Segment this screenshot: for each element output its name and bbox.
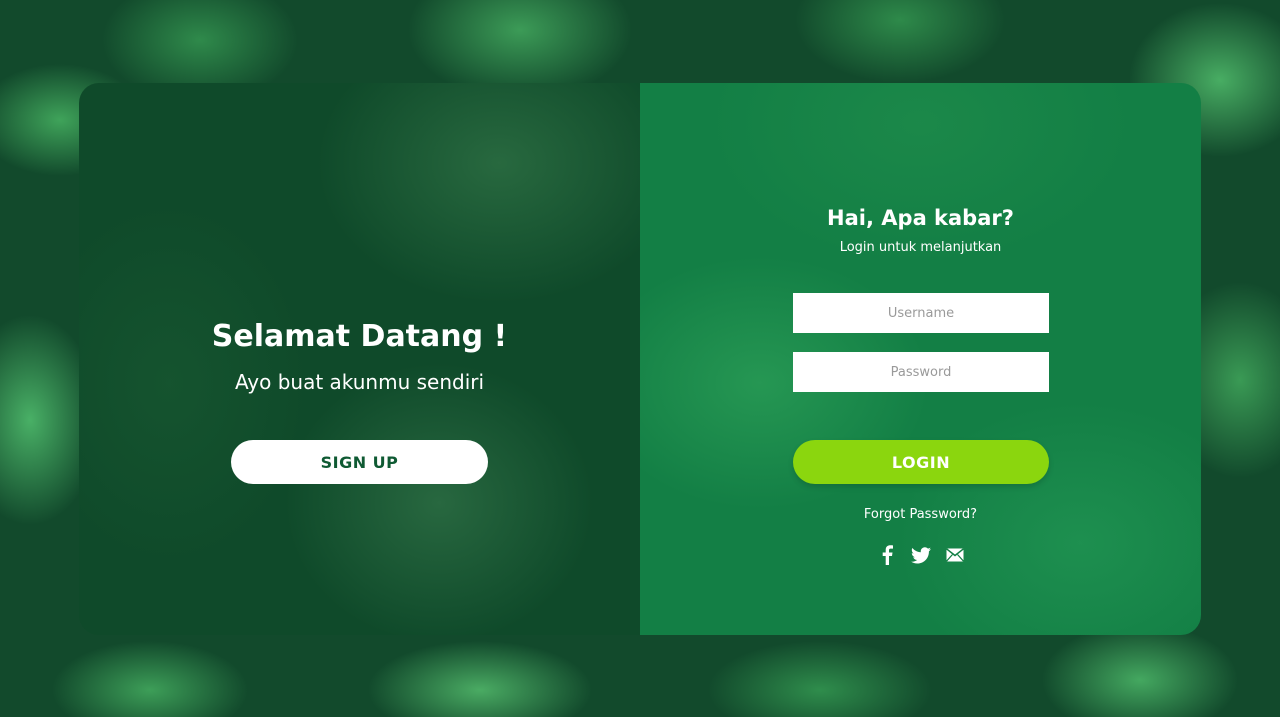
login-button[interactable]: LOGIN — [793, 440, 1049, 484]
social-links — [640, 544, 1201, 568]
welcome-subtitle: Ayo buat akunmu sendiri — [234, 370, 485, 394]
password-input[interactable] — [793, 352, 1049, 392]
forgot-password-link[interactable]: Forgot Password? — [640, 506, 1201, 524]
login-panel: Hai, Apa kabar? Login untuk melanjutkan … — [640, 83, 1201, 635]
mail-icon[interactable] — [944, 544, 966, 566]
welcome-panel: Selamat Datang ! Ayo buat akunmu sendiri… — [79, 83, 640, 635]
signup-button[interactable]: SIGN UP — [231, 440, 488, 484]
username-input[interactable] — [793, 293, 1049, 333]
auth-card: Selamat Datang ! Ayo buat akunmu sendiri… — [79, 83, 1201, 635]
login-title: Hai, Apa kabar? — [827, 206, 1014, 230]
twitter-icon[interactable] — [910, 544, 932, 566]
login-subtitle: Login untuk melanjutkan — [839, 240, 1002, 255]
facebook-icon[interactable] — [876, 544, 898, 566]
welcome-title: Selamat Datang ! — [211, 319, 508, 354]
